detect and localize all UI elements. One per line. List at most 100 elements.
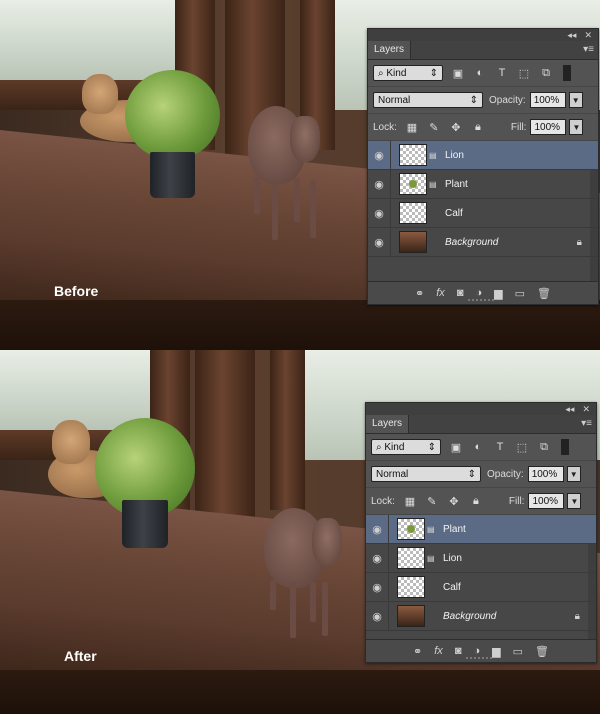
layer-name[interactable]: Plant xyxy=(445,179,468,190)
type-filter-icon[interactable]: T xyxy=(493,440,507,454)
visibility-eye-icon[interactable]: ◉ xyxy=(368,207,390,220)
filter-toggle[interactable] xyxy=(563,65,571,81)
layer-row[interactable]: ◉ ▤ Lion xyxy=(368,141,598,170)
lion-head xyxy=(52,420,90,464)
add-mask-icon[interactable]: ◙ xyxy=(455,645,462,657)
lock-image-icon[interactable]: ✎ xyxy=(427,120,441,134)
pixel-filter-icon[interactable]: ▣ xyxy=(449,440,463,454)
kind-filter-select[interactable]: ⌕ Kind ⇕ xyxy=(371,439,441,455)
opacity-dropdown-button[interactable]: ▼ xyxy=(566,466,581,482)
filter-toggle[interactable] xyxy=(561,439,569,455)
opacity-dropdown-button[interactable]: ▼ xyxy=(568,92,583,108)
layer-name[interactable]: Lion xyxy=(445,150,464,161)
collapse-icon[interactable]: ◂◂ xyxy=(565,404,574,415)
pixel-filter-icon[interactable]: ▣ xyxy=(451,66,465,80)
new-layer-icon[interactable]: ▭ xyxy=(515,287,525,300)
search-icon: ⌕ xyxy=(378,67,384,79)
lock-transparent-icon[interactable]: ▦ xyxy=(405,120,419,134)
layer-row[interactable]: ◉ Calf xyxy=(366,573,596,602)
layers-panel: ◂◂ ✕ Layers ▾≡ ⌕ Kind ⇕ ▣ ◐ T ⬚ ⧉ Normal… xyxy=(365,402,597,663)
blend-mode-select[interactable]: Normal ⇕ xyxy=(371,466,481,482)
visibility-eye-icon[interactable]: ◉ xyxy=(366,552,388,565)
visibility-eye-icon[interactable]: ◉ xyxy=(366,581,388,594)
plant-image xyxy=(125,70,220,160)
shape-filter-icon[interactable]: ⬚ xyxy=(515,440,529,454)
kind-filter-select[interactable]: ⌕ Kind ⇕ xyxy=(373,65,443,81)
link-layers-icon[interactable]: ⚭ xyxy=(415,287,424,300)
panel-menu-icon[interactable]: ▾≡ xyxy=(581,418,592,429)
filter-row: ⌕ Kind ⇕ ▣ ◐ T ⬚ ⧉ xyxy=(368,60,598,87)
opacity-input[interactable]: 100% xyxy=(529,92,566,108)
fill-input[interactable]: 100% xyxy=(530,119,567,135)
panel-menu-icon[interactable]: ▾≡ xyxy=(583,44,594,55)
lock-image-icon[interactable]: ✎ xyxy=(425,494,439,508)
tab-layers[interactable]: Layers xyxy=(366,415,410,433)
visibility-eye-icon[interactable]: ◉ xyxy=(366,610,388,623)
delete-layer-icon[interactable]: 🗑︎ xyxy=(535,645,549,658)
visibility-eye-icon[interactable]: ◉ xyxy=(368,236,390,249)
layer-name[interactable]: Calf xyxy=(445,208,463,219)
opacity-label: Opacity: xyxy=(489,94,526,106)
smart-object-filter-icon[interactable]: ⧉ xyxy=(537,440,551,454)
new-group-icon[interactable]: ▆ xyxy=(494,287,502,300)
add-mask-icon[interactable]: ◙ xyxy=(457,287,464,299)
layer-name[interactable]: Background xyxy=(443,611,496,622)
lock-position-icon[interactable]: ✥ xyxy=(449,120,463,134)
delete-layer-icon[interactable]: 🗑︎ xyxy=(537,287,551,300)
fx-icon[interactable]: fx xyxy=(434,645,443,657)
layer-thumbnail xyxy=(397,547,425,569)
adjustment-filter-icon[interactable]: ◐ xyxy=(473,66,487,80)
opacity-input[interactable]: 100% xyxy=(527,466,564,482)
layer-row[interactable]: ◉ Background 🔒︎ xyxy=(366,602,596,631)
layer-row[interactable]: ◉ ▤ Lion xyxy=(366,544,596,573)
resize-grip[interactable] xyxy=(468,299,496,301)
lock-all-icon[interactable]: 🔒︎ xyxy=(471,120,485,134)
adjustment-filter-icon[interactable]: ◐ xyxy=(471,440,485,454)
new-group-icon[interactable]: ▆ xyxy=(492,645,500,658)
lock-icon: 🔒︎ xyxy=(574,610,580,622)
lock-position-icon[interactable]: ✥ xyxy=(447,494,461,508)
collapse-icon[interactable]: ◂◂ xyxy=(567,30,576,41)
new-layer-icon[interactable]: ▭ xyxy=(513,645,523,658)
layers-list: ◉ ▤ Lion ◉ ▤ Plant ◉ Calf ◉ Background 🔒… xyxy=(368,141,598,281)
layers-panel: ◂◂ ✕ Layers ▾≡ ⌕ Kind ⇕ ▣ ◐ T ⬚ ⧉ Normal… xyxy=(367,28,599,305)
lock-label: Lock: xyxy=(373,121,397,133)
layer-thumbnail xyxy=(397,518,425,540)
layer-name[interactable]: Plant xyxy=(443,524,466,535)
fill-input[interactable]: 100% xyxy=(528,493,565,509)
adjustment-layer-icon[interactable]: ◑ xyxy=(475,287,482,299)
lock-all-icon[interactable]: 🔒︎ xyxy=(469,494,483,508)
layers-list: ◉ ▤ Plant ◉ ▤ Lion ◉ Calf ◉ Background 🔒… xyxy=(366,515,596,639)
lion-head xyxy=(82,74,118,114)
visibility-eye-icon[interactable]: ◉ xyxy=(368,149,390,162)
layer-name[interactable]: Lion xyxy=(443,553,462,564)
search-icon: ⌕ xyxy=(376,441,382,453)
close-icon[interactable]: ✕ xyxy=(582,404,590,415)
fill-dropdown-button[interactable]: ▼ xyxy=(569,119,584,135)
tab-layers[interactable]: Layers xyxy=(368,41,412,59)
fx-icon[interactable]: fx xyxy=(436,287,445,299)
smart-object-filter-icon[interactable]: ⧉ xyxy=(539,66,553,80)
layer-name[interactable]: Calf xyxy=(443,582,461,593)
blend-mode-select[interactable]: Normal ⇕ xyxy=(373,92,483,108)
visibility-eye-icon[interactable]: ◉ xyxy=(366,523,388,536)
shape-filter-icon[interactable]: ⬚ xyxy=(517,66,531,80)
opacity-label: Opacity: xyxy=(487,468,524,480)
smart-object-icon: ▤ xyxy=(429,179,437,189)
layer-row[interactable]: ◉ Background 🔒︎ xyxy=(368,228,598,257)
layer-name[interactable]: Background xyxy=(445,237,498,248)
layer-row[interactable]: ◉ Calf xyxy=(368,199,598,228)
adjustment-layer-icon[interactable]: ◑ xyxy=(473,645,480,657)
layer-row[interactable]: ◉ ▤ Plant xyxy=(368,170,598,199)
link-layers-icon[interactable]: ⚭ xyxy=(413,645,422,658)
calf-leg xyxy=(310,582,316,622)
lock-transparent-icon[interactable]: ▦ xyxy=(403,494,417,508)
blend-row: Normal ⇕ Opacity: 100% ▼ xyxy=(366,461,596,488)
type-filter-icon[interactable]: T xyxy=(495,66,509,80)
visibility-eye-icon[interactable]: ◉ xyxy=(368,178,390,191)
chevron-updown-icon: ⇕ xyxy=(429,67,438,79)
fill-dropdown-button[interactable]: ▼ xyxy=(567,493,582,509)
close-icon[interactable]: ✕ xyxy=(584,30,592,41)
resize-grip[interactable] xyxy=(466,657,494,659)
layer-row[interactable]: ◉ ▤ Plant xyxy=(366,515,596,544)
